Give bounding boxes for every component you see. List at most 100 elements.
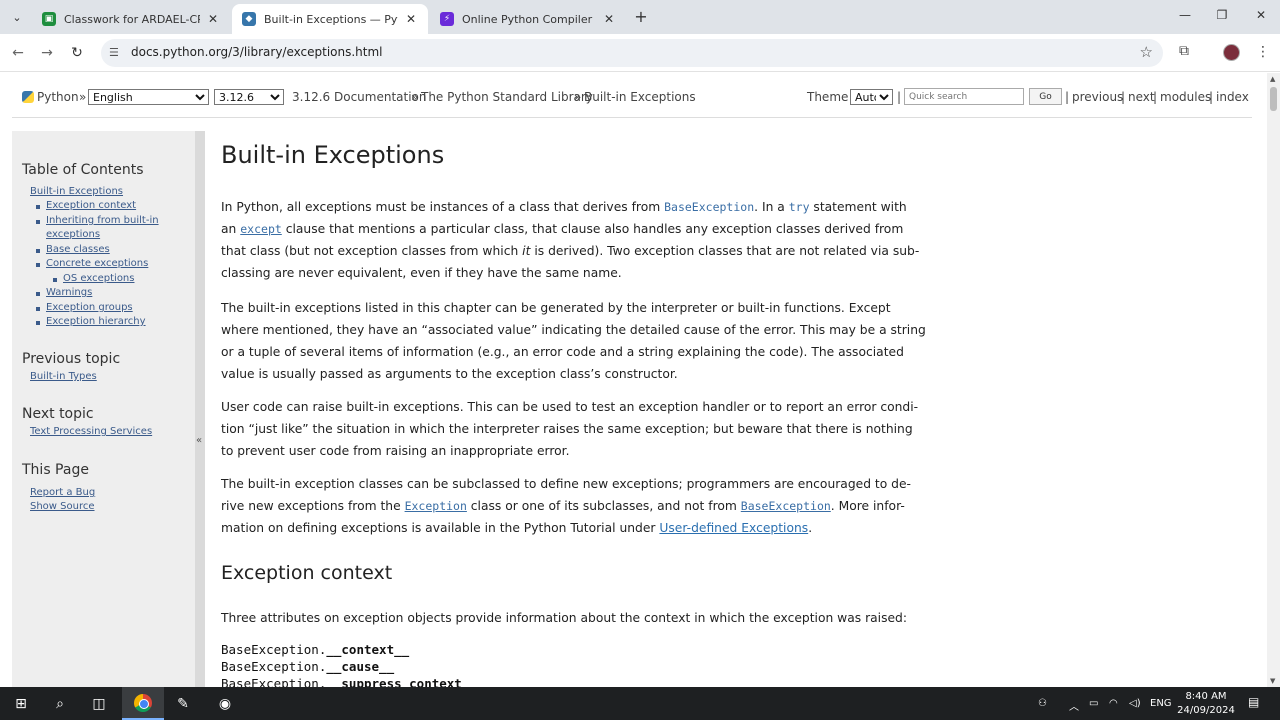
maximize-icon[interactable]: ❐ bbox=[1212, 8, 1232, 26]
tab-classwork[interactable]: ▣ Classwork for ARDAEL-CPROG1 ✕ bbox=[32, 4, 230, 34]
class-prefix: BaseException. bbox=[221, 676, 327, 687]
python-logo-icon bbox=[22, 91, 34, 103]
bar-separator: | bbox=[1153, 90, 1158, 104]
text: . bbox=[808, 521, 813, 535]
browser-toolbar: ← → ↻ ☰ docs.python.org/3/library/except… bbox=[0, 34, 1280, 72]
clock-time: 8:40 AM bbox=[1185, 691, 1227, 702]
theme-select[interactable]: Auto bbox=[850, 89, 893, 105]
next-link[interactable]: next bbox=[1128, 90, 1155, 104]
url-text[interactable]: docs.python.org/3/library/exceptions.htm… bbox=[131, 45, 383, 59]
exception-link[interactable]: Exception bbox=[405, 499, 467, 513]
page-scrollbar[interactable]: ▲ ▼ bbox=[1267, 73, 1280, 687]
toc-link-base-classes[interactable]: Base classes bbox=[46, 244, 110, 255]
tab-search-chevron-icon[interactable]: ⌄ bbox=[6, 6, 28, 28]
text: mation on defining exceptions is availab… bbox=[221, 521, 660, 535]
toc-link-warnings[interactable]: Warnings bbox=[46, 287, 92, 298]
baseexception-link[interactable]: BaseException bbox=[741, 499, 831, 513]
user-defined-exceptions-link[interactable]: User-defined Exceptions bbox=[659, 521, 808, 535]
except-link[interactable]: except bbox=[240, 222, 282, 236]
site-info-icon[interactable]: ☰ bbox=[109, 46, 119, 59]
close-icon[interactable]: ✕ bbox=[206, 12, 220, 26]
index-link[interactable]: index bbox=[1216, 90, 1249, 104]
python-home-link[interactable]: Python bbox=[22, 90, 79, 104]
collapse-chevron-icon[interactable]: « bbox=[195, 435, 203, 446]
volume-icon[interactable]: ◁) bbox=[1129, 698, 1141, 709]
breadcrumb-current: Built-in Exceptions bbox=[584, 90, 696, 104]
language-select[interactable]: English bbox=[88, 89, 209, 105]
paragraph-line: where mentioned, they have an “associate… bbox=[221, 323, 926, 337]
sidebar-collapse-bar[interactable] bbox=[195, 131, 205, 687]
tab-online-python-compiler[interactable]: ⚡ Online Python Compiler - online ✕ bbox=[430, 4, 626, 34]
address-bar[interactable]: ☰ docs.python.org/3/library/exceptions.h… bbox=[101, 39, 1163, 67]
tray-chevron-up-icon[interactable]: ︿ bbox=[1069, 698, 1079, 713]
scroll-up-arrow-icon[interactable]: ▲ bbox=[1270, 75, 1275, 83]
notifications-icon[interactable]: ▤ bbox=[1248, 695, 1259, 709]
breadcrumb-documentation[interactable]: 3.12.6 Documentation bbox=[292, 90, 427, 104]
app-feather-icon[interactable]: ✎ bbox=[172, 693, 194, 715]
paragraph-line: The built-in exceptions listed in this c… bbox=[221, 301, 891, 315]
bar-separator: | bbox=[1209, 90, 1214, 104]
new-tab-plus-icon[interactable]: + bbox=[632, 8, 650, 26]
toc-link-os-exceptions[interactable]: OS exceptions bbox=[63, 273, 134, 284]
quick-search-input[interactable] bbox=[904, 88, 1024, 105]
window-close-icon[interactable]: ✕ bbox=[1251, 8, 1271, 26]
bullet bbox=[36, 220, 40, 224]
text: rive new exceptions from the bbox=[221, 499, 405, 513]
battery-icon[interactable]: ▭ bbox=[1089, 698, 1098, 709]
search-icon[interactable]: ⌕ bbox=[49, 693, 71, 715]
sidebar: Table of Contents Built-in Exceptions Ex… bbox=[12, 131, 195, 687]
page-title: Built-in Exceptions bbox=[221, 141, 445, 169]
paragraph-line: to prevent user code from raising an ina… bbox=[221, 444, 570, 458]
toc-link-inheriting-cont[interactable]: exceptions bbox=[46, 229, 100, 240]
modules-link[interactable]: modules bbox=[1160, 90, 1211, 104]
system-clock[interactable]: 8:40 AM 24/09/2024 bbox=[1176, 690, 1236, 718]
version-select[interactable]: 3.12.6 bbox=[214, 89, 284, 105]
bullet bbox=[36, 205, 40, 209]
recorder-icon[interactable]: ◉ bbox=[214, 693, 236, 715]
report-bug-link[interactable]: Report a Bug bbox=[30, 487, 95, 498]
paragraph-line: tion “just like” the situation in which … bbox=[221, 422, 913, 436]
previous-link[interactable]: previous bbox=[1072, 90, 1123, 104]
search-go-button[interactable]: Go bbox=[1029, 88, 1062, 105]
back-arrow-icon[interactable]: ← bbox=[8, 43, 28, 63]
profile-avatar[interactable] bbox=[1223, 44, 1240, 61]
toc-link-inheriting[interactable]: Inheriting from built-in bbox=[46, 215, 159, 226]
bullet bbox=[36, 292, 40, 296]
chrome-taskbar-icon[interactable] bbox=[134, 694, 152, 712]
close-icon[interactable]: ✕ bbox=[602, 12, 616, 26]
tab-built-in-exceptions[interactable]: ◆ Built-in Exceptions — Python 3.12 ✕ bbox=[232, 4, 428, 34]
baseexception-link[interactable]: BaseException bbox=[664, 200, 754, 214]
breadcrumb-separator: » bbox=[574, 90, 582, 104]
bookmark-star-icon[interactable]: ☆ bbox=[1140, 43, 1153, 61]
toc-link-concrete-exceptions[interactable]: Concrete exceptions bbox=[46, 258, 148, 269]
scroll-down-arrow-icon[interactable]: ▼ bbox=[1270, 677, 1275, 685]
toc-link-exception-hierarchy[interactable]: Exception hierarchy bbox=[46, 316, 146, 327]
forward-arrow-icon[interactable]: → bbox=[37, 43, 57, 63]
toc-link-exception-groups[interactable]: Exception groups bbox=[46, 302, 133, 313]
scroll-thumb[interactable] bbox=[1270, 87, 1277, 111]
people-icon[interactable]: ⚇ bbox=[1038, 698, 1047, 709]
toc-link-exception-context[interactable]: Exception context bbox=[46, 200, 136, 211]
windows-start-icon[interactable]: ⊞ bbox=[10, 693, 32, 715]
paragraph-line: In Python, all exceptions must be instan… bbox=[221, 196, 907, 218]
text: an bbox=[221, 222, 241, 236]
breadcrumb-library[interactable]: The Python Standard Library bbox=[421, 90, 593, 104]
paragraph-line: rive new exceptions from the Exception c… bbox=[221, 495, 905, 517]
toc-link-built-in-exceptions[interactable]: Built-in Exceptions bbox=[30, 186, 123, 197]
paragraph-line: User code can raise built-in exceptions.… bbox=[221, 400, 919, 414]
try-link[interactable]: try bbox=[789, 200, 810, 214]
wifi-icon[interactable]: ◠ bbox=[1109, 698, 1118, 709]
close-icon[interactable]: ✕ bbox=[404, 12, 418, 26]
task-view-icon[interactable]: ◫ bbox=[88, 693, 110, 715]
paragraph-line: mation on defining exceptions is availab… bbox=[221, 517, 889, 539]
browser-menu-kebab-icon[interactable]: ⋮ bbox=[1256, 44, 1270, 60]
text: . In a bbox=[754, 200, 789, 214]
reload-icon[interactable]: ↻ bbox=[67, 43, 87, 63]
breadcrumb-separator: » bbox=[79, 90, 87, 104]
next-topic-link[interactable]: Text Processing Services bbox=[30, 426, 152, 437]
extensions-puzzle-icon[interactable]: ⧉ bbox=[1179, 43, 1189, 59]
previous-topic-link[interactable]: Built-in Types bbox=[30, 371, 97, 382]
minimize-icon[interactable]: — bbox=[1175, 8, 1195, 26]
input-language[interactable]: ENG bbox=[1150, 698, 1172, 709]
show-source-link[interactable]: Show Source bbox=[30, 501, 95, 512]
